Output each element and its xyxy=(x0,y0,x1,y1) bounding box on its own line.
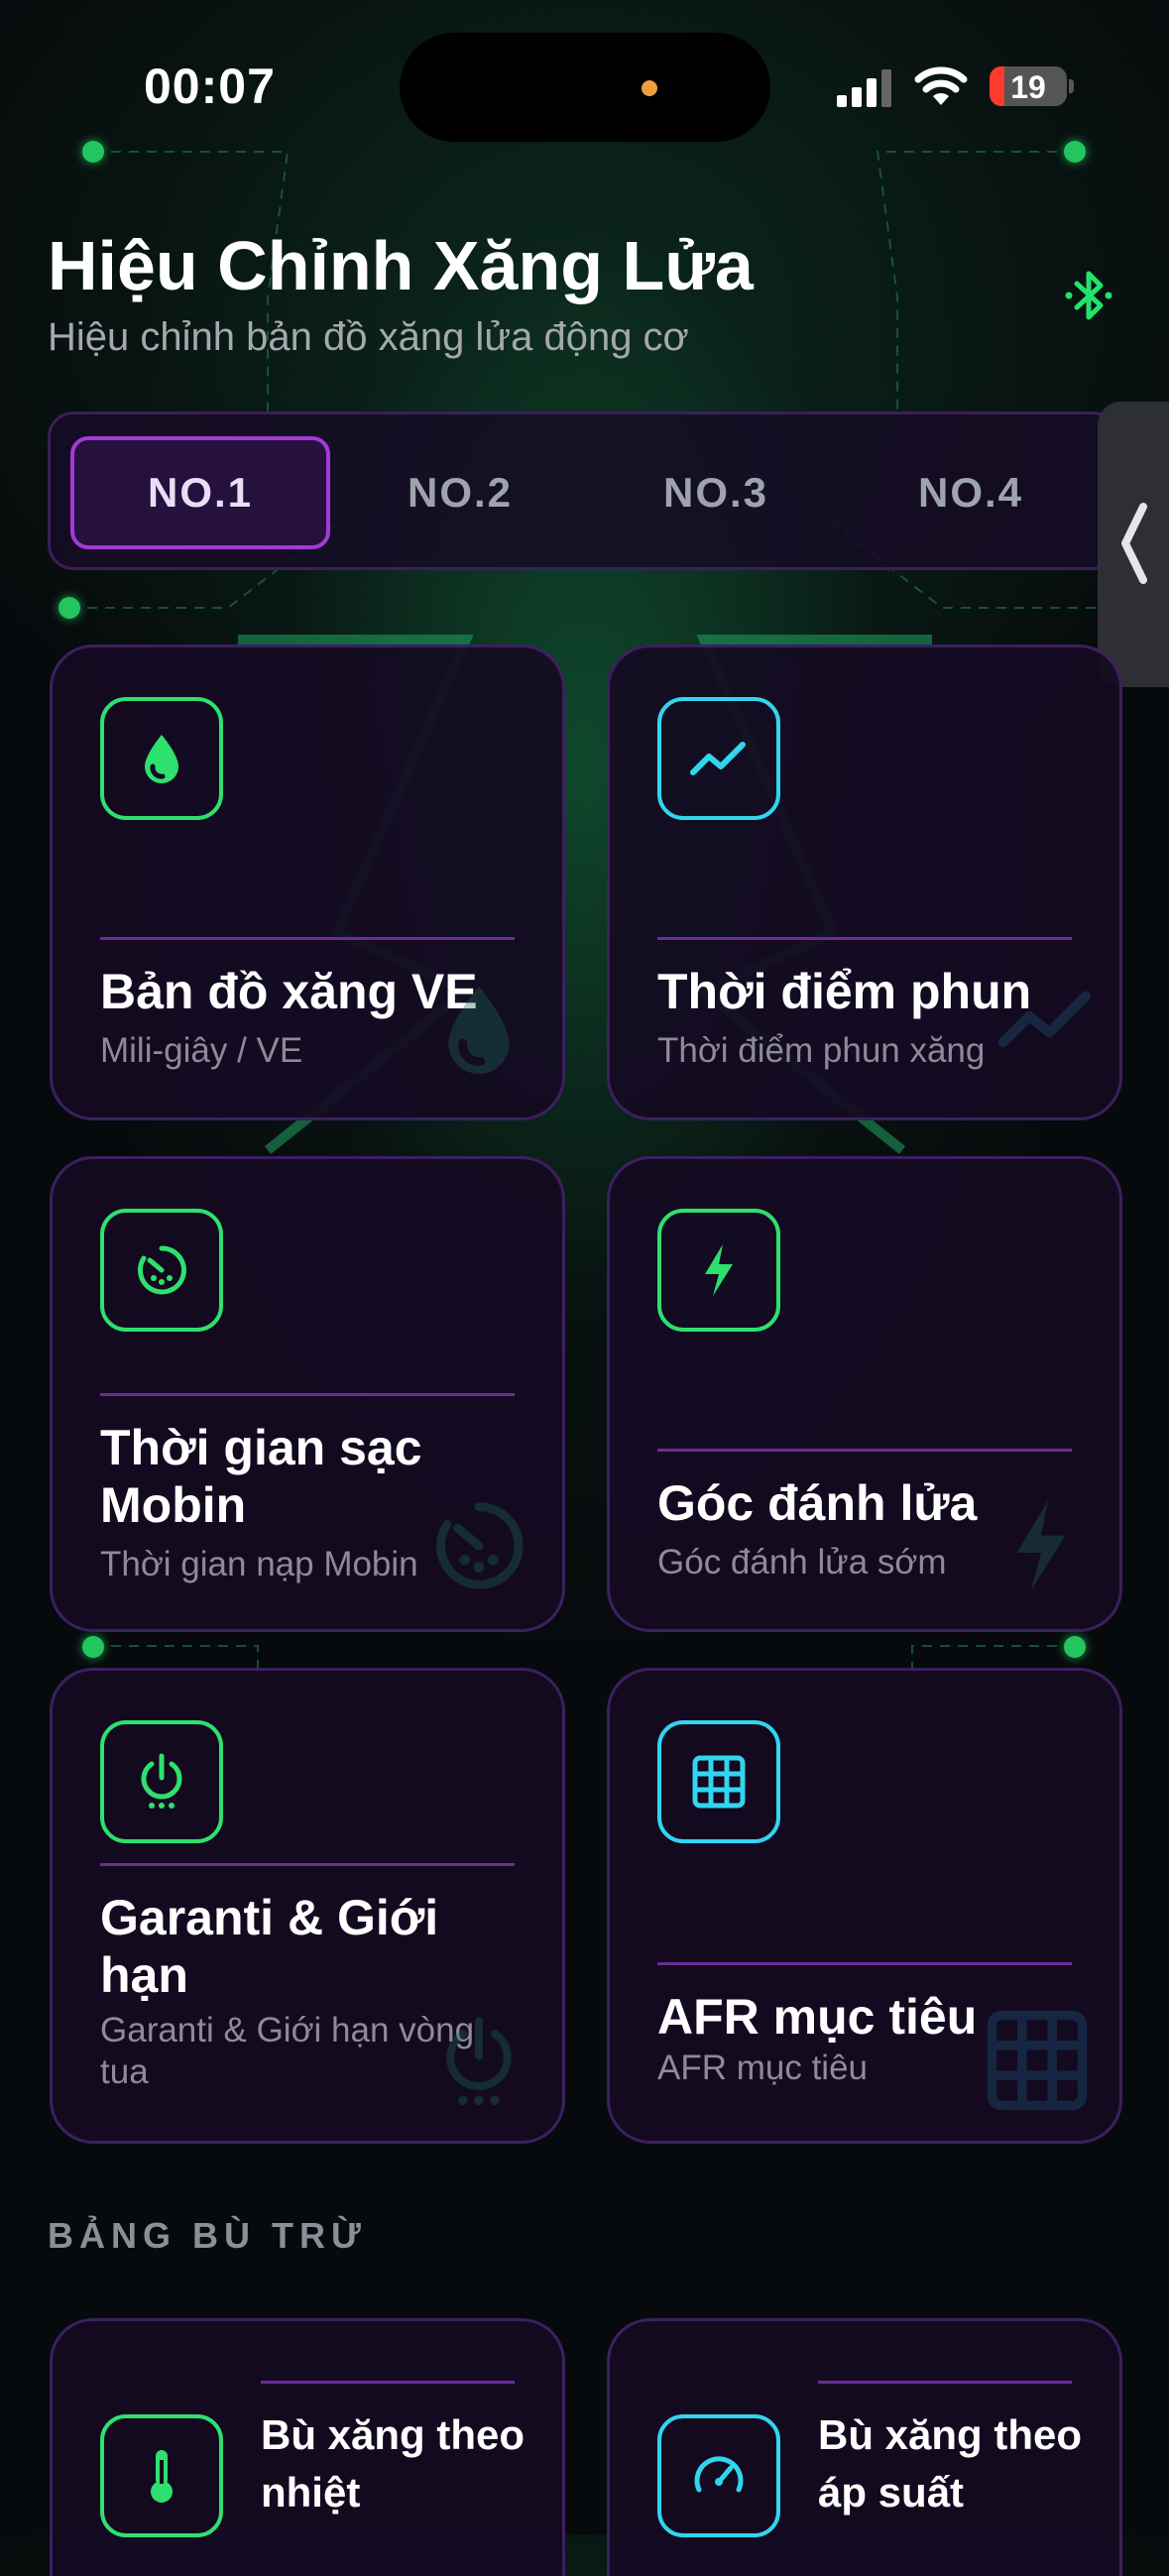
card-coil-charge[interactable]: Thời gian sạc Mobin Thời gian nạp Mobin xyxy=(50,1156,565,1632)
card-afr-target[interactable]: AFR mục tiêu AFR mục tiêu xyxy=(607,1668,1122,2144)
tab-no4[interactable]: NO.4 xyxy=(841,436,1101,549)
lightning-watermark-icon xyxy=(1016,1500,1066,1591)
card-ignition-angle[interactable]: Góc đánh lửa Góc đánh lửa sớm xyxy=(607,1156,1122,1632)
dynamic-island xyxy=(400,33,770,142)
thermometer-icon xyxy=(100,2414,223,2537)
section-title: BẢNG BÙ TRỪ xyxy=(48,2215,367,2256)
card-title: Bù xăng theo nhiệt xyxy=(261,2411,526,2516)
trend-line-watermark-icon xyxy=(997,991,1091,1048)
power-icon xyxy=(100,1720,223,1843)
trend-line-icon xyxy=(657,697,780,820)
privacy-indicator xyxy=(642,80,657,96)
timer-gauge-watermark-icon xyxy=(436,1502,524,1589)
status-time: 00:07 xyxy=(144,59,276,114)
fuel-drop-watermark-icon xyxy=(448,986,510,1074)
card-ve-map[interactable]: Bản đồ xăng VE Mili-giây / VE xyxy=(50,644,565,1120)
card-title: Bù xăng theo áp suất xyxy=(818,2411,1083,2516)
page-subtitle: Hiệu chỉnh bản đồ xăng lửa động cơ xyxy=(48,315,689,359)
grid-table-icon xyxy=(657,1720,780,1843)
card-rev-limit[interactable]: Garanti & Giới hạn Garanti & Giới hạn vò… xyxy=(50,1668,565,2144)
grid-table-watermark-icon xyxy=(987,2010,1088,2111)
circuit-node xyxy=(58,597,80,619)
power-watermark-icon xyxy=(446,2017,512,2106)
circuit-node xyxy=(1064,141,1086,163)
circuit-node xyxy=(82,1636,104,1658)
side-panel-handle[interactable] xyxy=(1098,402,1169,687)
card-subtitle: Góc đánh lửa sớm xyxy=(657,1543,947,1581)
circuit-node xyxy=(1064,1636,1086,1658)
circuit-node xyxy=(82,141,104,163)
fuel-drop-icon xyxy=(100,697,223,820)
tab-no2[interactable]: NO.2 xyxy=(330,436,590,549)
tab-no1[interactable]: NO.1 xyxy=(70,436,330,549)
card-title: Garanti & Giới hạn xyxy=(100,1890,439,2003)
profile-tabs: NO.1 NO.2 NO.3 NO.4 xyxy=(48,411,1118,570)
tab-no3[interactable]: NO.3 xyxy=(586,436,846,549)
wifi-icon xyxy=(914,66,968,105)
card-injection-timing[interactable]: Thời điểm phun Thời điểm phun xăng xyxy=(607,644,1122,1120)
timer-gauge-icon xyxy=(100,1209,223,1332)
speedometer-icon xyxy=(657,2414,780,2537)
battery-indicator: 19 xyxy=(990,66,1067,106)
page-title: Hiệu Chỉnh Xăng Lửa xyxy=(48,227,754,304)
bluetooth-icon[interactable] xyxy=(1059,266,1118,325)
signal-icon xyxy=(837,69,891,107)
lightning-icon xyxy=(657,1209,780,1332)
chevron-left-icon xyxy=(1121,503,1147,584)
card-temp-compensation[interactable]: Bù xăng theo nhiệt xyxy=(50,2318,565,2576)
card-pressure-compensation[interactable]: Bù xăng theo áp suất xyxy=(607,2318,1122,2576)
